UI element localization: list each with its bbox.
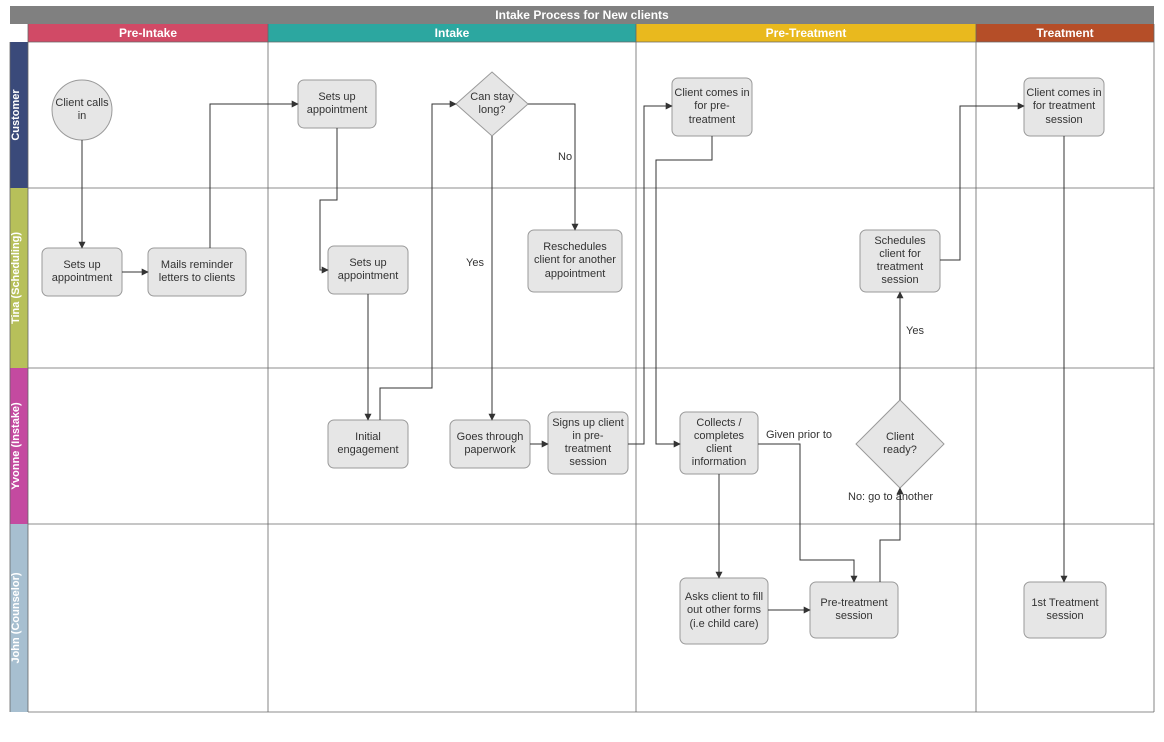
phase-label-pre-treatment: Pre-Treatment: [766, 26, 847, 40]
swimlane-diagram: Intake Process for New clients Pre-Intak…: [0, 0, 1164, 742]
label-mails-reminder: Mails reminder letters to clients: [148, 248, 246, 296]
lane-label-tina: Tina (Scheduling): [10, 232, 22, 324]
edge-label-given-prior: Given prior to: [766, 429, 832, 441]
phase-label-pre-intake: Pre-Intake: [119, 26, 177, 40]
label-first-treatment: 1st Treatment session: [1024, 582, 1106, 638]
edge-label-yes2: Yes: [906, 325, 924, 337]
label-signs-up: Signs up client in pre-treatment session: [548, 412, 628, 474]
lane-label-john: John (Counselor): [10, 572, 22, 663]
label-reschedules: Reschedules client for another appointme…: [528, 230, 622, 292]
label-client-ready: Client ready?: [866, 428, 934, 460]
edge-label-no: No: [558, 151, 572, 163]
label-pre-treatment-session: Pre-treatment session: [810, 582, 898, 638]
diagram-title: Intake Process for New clients: [495, 8, 669, 22]
label-asks-forms: Asks client to fill out other forms (i.e…: [680, 578, 768, 644]
label-initial-engagement: Initial engagement: [328, 420, 408, 468]
edge-label-yes: Yes: [466, 257, 484, 269]
label-schedules-treatment: Schedules client for treatment session: [860, 230, 940, 292]
label-client-comes-treatment: Client comes in for treatment session: [1024, 78, 1104, 136]
label-paperwork: Goes through paperwork: [450, 420, 530, 468]
label-client-calls-in: Client calls in: [52, 90, 112, 130]
label-client-comes-pretreatment: Client comes in for pre-treatment: [672, 78, 752, 136]
label-sets-up-appt-tina1: Sets up appointment: [42, 248, 122, 296]
edge-label-no-go-another: No: go to another: [848, 491, 933, 503]
lane-label-customer: Customer: [10, 89, 22, 141]
label-can-stay-long: Can stay long?: [462, 84, 522, 124]
label-sets-up-appt-tina2: Sets up appointment: [328, 246, 408, 294]
label-collects-info: Collects / completes client information: [680, 412, 758, 474]
phase-label-treatment: Treatment: [1036, 26, 1093, 40]
lane-label-yvonne: Yvonne (Instake): [10, 402, 22, 490]
label-sets-up-appt-cust: Sets up appointment: [298, 80, 376, 128]
phase-label-intake: Intake: [435, 26, 470, 40]
